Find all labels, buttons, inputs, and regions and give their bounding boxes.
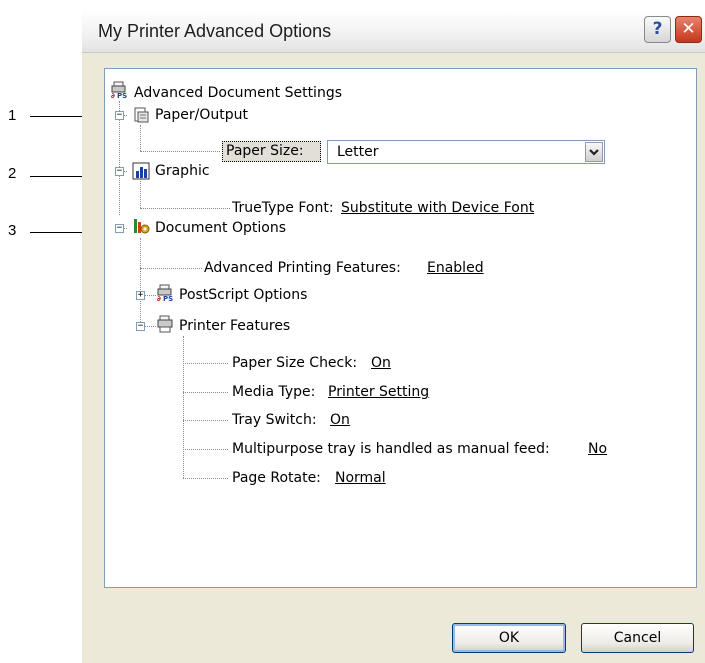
multipurpose-tray-label: Multipurpose tray is handled as manual f…	[232, 441, 550, 457]
callout-3: 3	[8, 222, 17, 239]
tree-connector	[140, 238, 141, 326]
multipurpose-tray-value[interactable]: No	[588, 441, 607, 457]
postscript-options-icon: ∂ PS	[157, 284, 173, 302]
help-button[interactable]: ?	[644, 16, 671, 43]
tree-connector	[183, 420, 228, 421]
cancel-button[interactable]: Cancel	[581, 623, 694, 653]
paper-output-label[interactable]: Paper/Output	[155, 107, 248, 123]
paper-size-value: Letter	[337, 144, 379, 160]
graphic-label[interactable]: Graphic	[155, 163, 210, 179]
ok-button[interactable]: OK	[452, 623, 566, 653]
close-button[interactable]: ✕	[675, 16, 702, 43]
svg-text:PS: PS	[117, 92, 127, 99]
tree-connector	[183, 336, 184, 478]
truetype-font-label: TrueType Font:	[232, 200, 334, 216]
tray-switch-value[interactable]: On	[330, 412, 350, 428]
collapse-printer-features-toggle[interactable]: −	[136, 322, 145, 331]
tree-connector	[183, 363, 228, 364]
dropdown-arrow-button[interactable]	[585, 142, 603, 162]
page-rotate-value[interactable]: Normal	[335, 470, 386, 486]
tree-connector	[140, 181, 141, 208]
svg-text:∂: ∂	[157, 295, 161, 302]
tree-connector	[140, 268, 202, 269]
media-type-value[interactable]: Printer Setting	[328, 384, 429, 400]
paper-output-icon	[134, 107, 149, 123]
tree-connector	[183, 449, 228, 450]
postscript-options-label[interactable]: PostScript Options	[179, 287, 307, 303]
tree-connector	[183, 392, 228, 393]
tree-connector	[140, 208, 230, 209]
document-options-label[interactable]: Document Options	[155, 220, 286, 236]
chevron-down-icon	[589, 149, 599, 156]
paper-size-check-value[interactable]: On	[371, 355, 391, 371]
tree-connector	[140, 125, 141, 151]
paper-size-label: Paper Size:	[226, 143, 304, 159]
printer-features-icon	[157, 315, 173, 333]
truetype-font-value[interactable]: Substitute with Device Font	[341, 200, 534, 216]
postscript-printer-icon: ∂ PS	[111, 81, 127, 99]
tree-root-label[interactable]: Advanced Document Settings	[134, 85, 342, 101]
advanced-printing-value[interactable]: Enabled	[427, 260, 484, 276]
document-options-icon	[134, 219, 150, 234]
settings-tree[interactable]: ∂ PS Advanced Document Settings − Paper/…	[104, 68, 697, 588]
advanced-options-dialog: My Printer Advanced Options ? ✕ ∂ PS Adv…	[82, 10, 705, 663]
collapse-paper-output-toggle[interactable]: −	[115, 111, 124, 120]
advanced-printing-label: Advanced Printing Features:	[204, 260, 401, 276]
collapse-graphic-toggle[interactable]: −	[115, 167, 124, 176]
tray-switch-label: Tray Switch:	[232, 412, 317, 428]
collapse-document-options-toggle[interactable]: −	[115, 224, 124, 233]
paper-size-select[interactable]: Letter	[327, 140, 605, 164]
expand-postscript-options-toggle[interactable]: +	[136, 291, 145, 300]
svg-text:∂: ∂	[111, 92, 115, 99]
media-type-label: Media Type:	[232, 384, 316, 400]
title-bar[interactable]: My Printer Advanced Options ? ✕	[82, 10, 705, 53]
graphic-chart-icon	[132, 162, 150, 180]
dialog-title: My Printer Advanced Options	[98, 21, 332, 41]
printer-features-label[interactable]: Printer Features	[179, 318, 290, 334]
tree-connector	[140, 151, 220, 152]
callout-1: 1	[8, 107, 17, 124]
tree-connector	[183, 478, 228, 479]
page-rotate-label: Page Rotate:	[232, 470, 321, 486]
paper-size-check-label: Paper Size Check:	[232, 355, 358, 371]
callout-2: 2	[8, 165, 17, 182]
svg-text:PS: PS	[163, 295, 173, 302]
